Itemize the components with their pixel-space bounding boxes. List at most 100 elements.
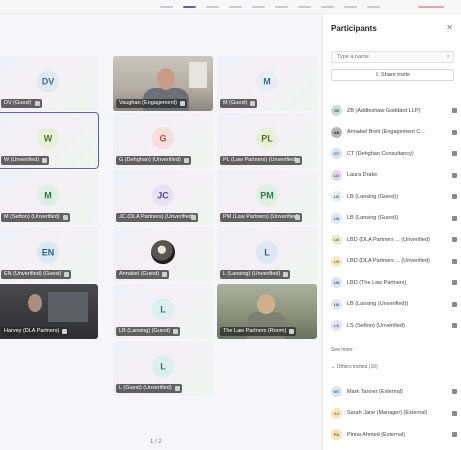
participant-tile[interactable]: DV DV (Guest) [0,56,98,111]
participant-nameplate: W (Unverified) [1,156,50,165]
chat-icon[interactable] [206,6,219,8]
participant-row[interactable]: LB LB (Lansing (Unverified)) [331,294,459,316]
see-more-link[interactable]: See more [331,347,353,353]
participant-name: Mark Tanner (External) [347,388,403,395]
camera-icon[interactable] [298,6,311,8]
share-invite-button[interactable]: ⇪ Share invite [331,69,454,81]
participant-row[interactable]: SJ Sarah Jane (Manager) (External) [331,403,459,425]
mic-icon[interactable] [321,6,334,8]
mic-muted-icon [283,272,289,277]
avatar: SJ [331,407,342,419]
participant-row[interactable]: LS LS (Sefton) (Unverified) [331,315,459,337]
participant-name: LBD (DLA Partners ... (Unverified) [347,258,430,265]
avatar: LB [331,191,342,203]
participant-row[interactable]: CT CT (Dehghan Consultancy) [331,143,459,165]
participant-nameplate: L (Lansing) (Unverified) [220,270,291,279]
participant-nameplate: Annabel (Guest) [116,270,170,279]
participant-tile[interactable]: JC JC (DLA Partners) (Unverified) [113,170,213,225]
participant-tile[interactable]: L L (Lansing) (Unverified) [217,227,317,282]
react-icon[interactable] [229,6,242,8]
participant-nameplate: Harvey (DLA Partners) [1,327,70,336]
mic-muted-icon [62,329,68,334]
participant-name: M (Guest) [223,100,248,106]
participant-tile[interactable]: EN EN (Unverified) (Guest) [0,227,98,282]
participant-row[interactable]: LB LB (Lansing (Guest)) [331,208,459,230]
avatar: LB [331,298,342,310]
close-icon[interactable]: ✕ [446,23,453,32]
participant-name: LB (Lansing (Guest)) [347,215,399,222]
avatar [151,239,175,264]
avatar: W [37,126,59,149]
mic-muted-icon [295,215,300,220]
participant-row[interactable]: LB LBD (The Law Partners) [331,272,459,294]
participant-tile[interactable]: Annabel (Guest) [113,227,213,282]
mic-muted-icon [452,108,457,113]
participant-name: LB (Lansing (Guest)) [347,193,399,200]
search-icon: ⌕ [446,54,450,60]
participant-nameplate: PM (Law Partners) (Unverified) [220,213,302,222]
avatar: EN [37,240,59,263]
participant-tile[interactable]: PM PM (Law Partners) (Unverified) [217,170,317,225]
participant-name: G (Dehghan) (Unverified) [119,157,181,163]
more-icon[interactable] [275,6,288,8]
meeting-toolbar [0,0,461,14]
participant-name: JC (DLA Partners) (Unverified) [119,214,194,220]
mic-muted-icon [452,432,457,437]
participant-row[interactable]: LB LBD (DLA Partners ... (Unverified) [331,251,459,273]
participant-name: Sarah Jane (Manager) (External) [347,410,428,417]
mic-muted-icon [42,158,48,163]
participant-row[interactable]: LD Laura Drake [331,165,459,187]
participant-tile[interactable]: L LB (Lansing) (Guest) [113,284,213,339]
participant-tile[interactable]: Vaughan (Engagement) [113,56,213,111]
participant-name: Vaughan (Engagement) [119,100,177,106]
participant-row[interactable]: LB LBD (DLA Partners ... (Unverified) [331,229,459,251]
mic-muted-icon [289,329,295,334]
participant-tile[interactable]: The Law Partners (Room) [217,284,317,339]
mic-muted-icon [452,410,457,416]
invited-list: MT Mark Tanner (External) SJ Sarah Jane (Ma… [331,381,459,450]
avatar: LB [331,255,342,267]
participant-nameplate: M (Guest) [220,99,258,108]
participant-row[interactable]: AB Annabel Brett (Engagement C... [331,122,459,144]
participant-tile[interactable]: W W (Unverified) [0,112,99,169]
participant-tile[interactable]: L L (Guest) (Unverified) [113,341,213,396]
gallery-pager[interactable]: 1 / 2 [150,439,162,445]
settings-icon[interactable] [367,6,380,8]
mic-muted-icon [173,329,179,334]
avatar: AB [331,126,342,138]
participant-tile[interactable]: M M (Sefton) (Unverified) [0,170,98,225]
share-icon[interactable] [344,6,357,8]
others-invited-label: Others invited (10) [336,364,378,370]
mic-muted-icon [452,258,457,264]
avatar: L [256,240,278,263]
participant-tile[interactable]: G G (Dehghan) (Unverified) [113,113,213,168]
participant-name: LBD (DLA Partners ... (Unverified) [347,236,430,243]
participant-name: DV (Guest) [4,100,32,106]
participant-tile[interactable]: PL PL (Law Partners) (Unverified) [217,113,317,168]
teams-meeting-window: DV DV (Guest) Vaughan (Engagement) M M (Gues… [0,0,461,450]
participant-name: LS (Sefton) (Unverified) [347,322,405,329]
participant-row[interactable]: MJMathew Johnson (Lab) (External) [331,446,459,450]
participant-row[interactable]: LB LB (Lansing (Guest)) [331,186,459,208]
participant-row[interactable]: PA Pinna Ahmed (External) [331,424,459,446]
participant-tile[interactable]: M M (Guest) [217,56,317,111]
search-input[interactable] [331,51,454,63]
people-icon[interactable] [183,6,196,8]
participant-name: PM (Law Partners) (Unverified) [223,214,299,220]
participant-name: L (Lansing) (Unverified) [223,271,281,277]
mic-muted-icon [295,158,300,163]
video-gallery: DV DV (Guest) Vaughan (Engagement) M M (Gues… [0,14,322,450]
mic-muted-icon [452,301,457,307]
view-icon[interactable] [252,6,265,8]
others-invited-header[interactable]: ⌄ Others invited (10) [331,364,378,370]
participant-tile[interactable]: Harvey (DLA Partners) [0,284,98,339]
participant-nameplate: JC (DLA Partners) (Unverified) [116,213,198,222]
participant-name: Annabel Brett (Engagement C... [347,129,425,136]
avatar: M [256,69,278,92]
participant-row[interactable]: ZB ZB (Addleshaw Goddard LLP) [331,100,459,122]
share-invite-label: Share invite [381,72,411,78]
leave-button[interactable] [418,6,444,8]
mic-muted-icon [452,215,457,221]
mic-muted-icon [162,272,168,277]
participant-row[interactable]: MT Mark Tanner (External) [331,381,459,403]
